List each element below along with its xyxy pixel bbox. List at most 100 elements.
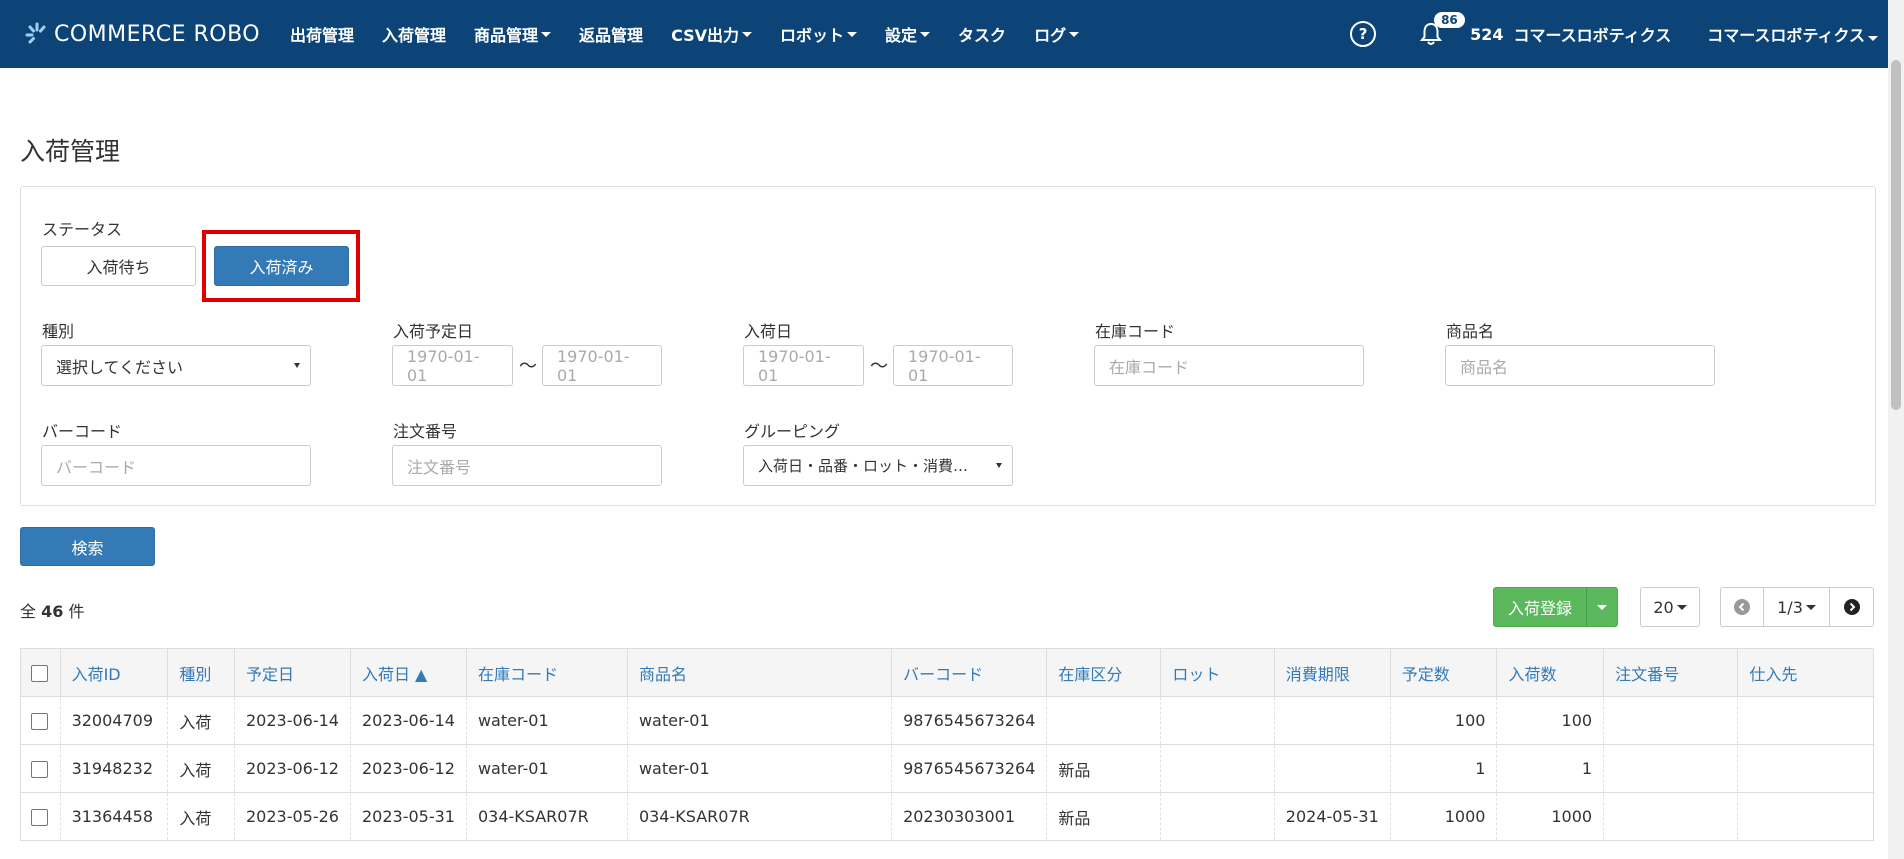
stock-code-input[interactable]: 在庫コード <box>1094 345 1364 386</box>
column-header[interactable]: 入荷ID <box>59 648 169 697</box>
grouping-select[interactable]: 入荷日・品番・ロット・消費… <box>743 445 1013 486</box>
table-cell <box>1603 744 1738 793</box>
chevron-down-icon <box>847 31 858 37</box>
column-header[interactable]: 在庫区分 <box>1046 648 1162 697</box>
row-checkbox[interactable] <box>31 761 48 778</box>
register-arrival-button[interactable]: 入荷登録 <box>1493 587 1587 627</box>
nav-item-7[interactable]: タスク <box>958 22 1006 46</box>
column-header[interactable]: 予定日 <box>233 648 351 697</box>
nav-item-1[interactable]: 入荷管理 <box>382 22 446 46</box>
table-cell: 新品 <box>1046 792 1161 841</box>
account-id: 524 <box>1470 24 1504 44</box>
order-number-label: 注文番号 <box>393 422 458 441</box>
column-header[interactable]: 商品名 <box>626 648 893 697</box>
table-header-row: 入荷ID 種別 予定日 入荷日 ▲ 在庫コード 商品名 バーコード 在庫区分 ロット 消費期限 予定… <box>20 648 1874 697</box>
table-cell: 2024-05-31 <box>1273 792 1391 841</box>
type-select-value: 選択してください <box>56 357 184 377</box>
robo-logo-icon <box>25 22 46 44</box>
nav-item-label: 出荷管理 <box>290 26 355 45</box>
column-header[interactable]: 注文番号 <box>1603 648 1739 697</box>
table-cell <box>1160 696 1275 745</box>
total-number: 46 <box>41 602 64 621</box>
select-all-cell <box>20 648 61 697</box>
table-cell: 034-KSAR07R <box>626 792 892 841</box>
select-all-checkbox[interactable] <box>31 665 48 682</box>
prev-page-button[interactable] <box>1720 587 1764 627</box>
next-page-button[interactable] <box>1829 587 1874 627</box>
notifications-button[interactable]: 86 <box>1419 12 1465 46</box>
user-menu[interactable]: コマースロボティクス <box>1707 22 1878 46</box>
arrival-from-input[interactable]: 1970-01-01 <box>743 345 864 386</box>
question-circle-icon[interactable]: ? <box>1350 21 1377 47</box>
brand-logo[interactable]: COMMERCE ROBO <box>24 18 260 50</box>
column-header[interactable]: バーコード <box>891 648 1048 697</box>
column-header[interactable]: ロット <box>1160 648 1275 697</box>
column-header[interactable]: 仕入先 <box>1737 648 1874 697</box>
column-header[interactable]: 予定数 <box>1389 648 1498 697</box>
nav-item-5[interactable]: ロボット <box>780 22 858 46</box>
nav-item-2[interactable]: 商品管理 <box>474 22 552 46</box>
row-select-cell <box>20 792 61 841</box>
type-select[interactable]: 選択してください <box>41 345 311 386</box>
product-name-label: 商品名 <box>1446 322 1495 341</box>
arrivals-table: 入荷ID 種別 予定日 入荷日 ▲ 在庫コード 商品名 バーコード 在庫区分 ロット 消費期限 予定… <box>20 648 1874 841</box>
table-cell: water-01 <box>626 696 892 745</box>
nav-item-label: CSV出力 <box>671 26 740 45</box>
column-header[interactable]: 種別 <box>167 648 235 697</box>
scheduled-to-input[interactable]: 1970-01-01 <box>542 345 662 386</box>
row-checkbox[interactable] <box>31 809 48 826</box>
page-size-value: 20 <box>1653 597 1674 617</box>
table-cell: 2023-05-31 <box>349 792 467 841</box>
scheduled-from-input[interactable]: 1970-01-01 <box>392 345 513 386</box>
table-row[interactable]: 31364458 入荷 2023-05-26 2023-05-31 034-KSAR07… <box>20 792 1874 841</box>
nav-item-3[interactable]: 返品管理 <box>579 22 643 46</box>
register-arrival-dropdown[interactable] <box>1586 587 1618 627</box>
table-cell <box>1603 696 1738 745</box>
highlight-annotation <box>202 230 360 302</box>
barcode-input[interactable]: バーコード <box>41 445 311 486</box>
table-cell: 2023-06-14 <box>349 696 467 745</box>
table-cell: 32004709 <box>59 696 168 745</box>
nav-item-8[interactable]: ログ <box>1034 22 1080 46</box>
scheduled-date-label: 入荷予定日 <box>393 322 474 341</box>
top-navbar: COMMERCE ROBO 出荷管理 入荷管理 商品管理 返品管理 CSV出力 ロボット 設… <box>0 0 1904 68</box>
user-menu-label: コマースロボティクス <box>1707 26 1865 45</box>
table-row[interactable]: 31948232 入荷 2023-06-12 2023-06-12 water-01 wa… <box>20 744 1874 793</box>
column-header[interactable]: 入荷数 <box>1496 648 1605 697</box>
nav-item-4[interactable]: CSV出力 <box>671 22 753 46</box>
range-separator: 〜 <box>519 356 537 377</box>
chevron-down-icon <box>1868 36 1878 41</box>
table-cell: water-01 <box>465 744 628 793</box>
page-indicator-value: 1/3 <box>1777 597 1803 617</box>
column-header[interactable]: 入荷日 ▲ <box>349 648 467 697</box>
range-separator: 〜 <box>870 356 888 377</box>
select-caret-icon <box>996 463 1002 468</box>
nav-item-label: 設定 <box>885 26 918 45</box>
table-row[interactable]: 32004709 入荷 2023-06-14 2023-06-14 water-01 wa… <box>20 696 1874 745</box>
brand-name: COMMERCE ROBO <box>54 21 261 47</box>
status-waiting-button[interactable]: 入荷待ち <box>41 246 196 286</box>
table-cell: 034-KSAR07R <box>465 792 628 841</box>
nav-item-label: ロボット <box>780 26 845 45</box>
chevron-down-icon <box>1805 604 1816 610</box>
order-number-input[interactable]: 注文番号 <box>392 445 662 486</box>
arrival-to-input[interactable]: 1970-01-01 <box>893 345 1013 386</box>
search-button[interactable]: 検索 <box>20 527 155 566</box>
nav-item-label: ログ <box>1034 26 1067 45</box>
chevron-right-circle-icon <box>1843 599 1860 615</box>
row-checkbox[interactable] <box>31 713 48 730</box>
page-scrollbar[interactable] <box>1888 0 1904 859</box>
nav-item-6[interactable]: 設定 <box>885 22 931 46</box>
table-cell: 31948232 <box>59 744 168 793</box>
table-cell: 入荷 <box>167 744 235 793</box>
page-indicator-select[interactable]: 1/3 <box>1763 587 1830 627</box>
column-header[interactable]: 消費期限 <box>1273 648 1391 697</box>
table-cell <box>1046 696 1161 745</box>
chevron-down-icon <box>1676 604 1687 610</box>
scrollbar-thumb[interactable] <box>1891 60 1901 410</box>
page-size-select[interactable]: 20 <box>1640 587 1700 627</box>
chevron-down-icon <box>1597 604 1607 610</box>
nav-item-0[interactable]: 出荷管理 <box>290 22 354 46</box>
column-header[interactable]: 在庫コード <box>465 648 628 697</box>
product-name-input[interactable]: 商品名 <box>1445 345 1715 386</box>
